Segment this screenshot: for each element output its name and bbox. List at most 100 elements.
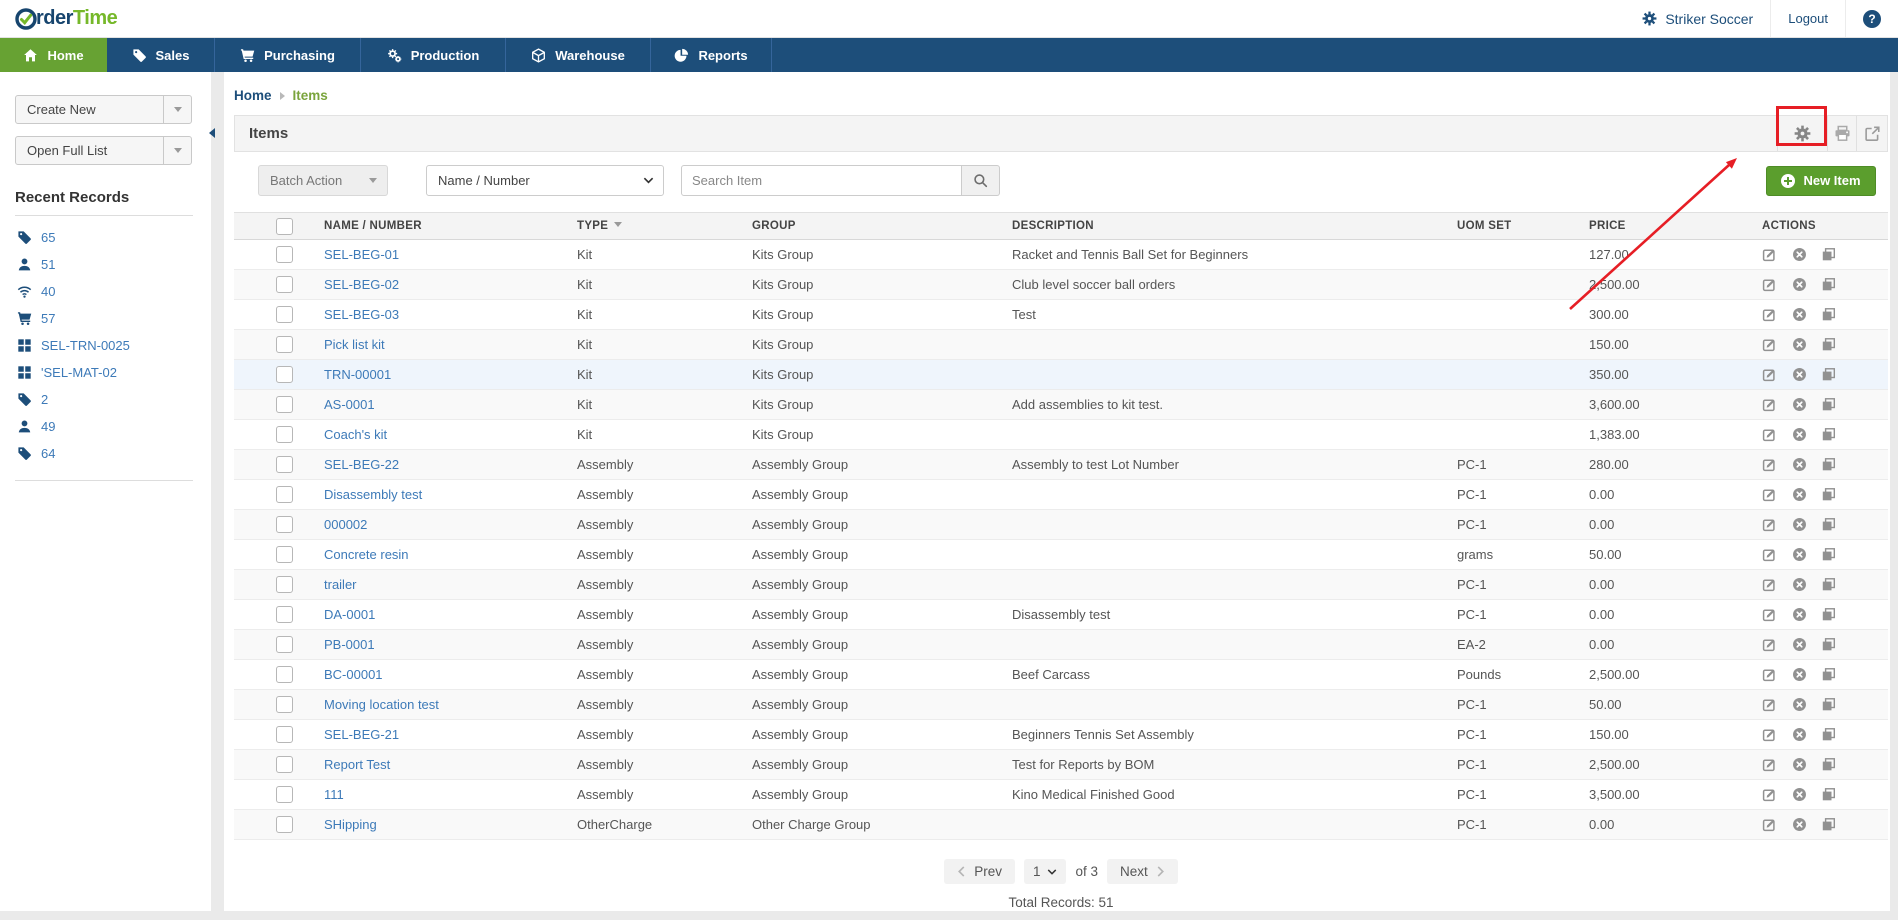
item-name-link[interactable]: SEL-BEG-21 — [324, 727, 399, 742]
col-header-group[interactable]: GROUP — [735, 212, 995, 240]
edit-icon[interactable] — [1762, 667, 1778, 683]
delete-icon[interactable] — [1792, 757, 1808, 773]
nav-tab-warehouse[interactable]: Warehouse — [506, 38, 651, 72]
delete-icon[interactable] — [1792, 727, 1808, 743]
copy-icon[interactable] — [1821, 697, 1837, 713]
nav-tab-production[interactable]: Production — [361, 38, 506, 72]
search-button[interactable] — [962, 165, 1000, 196]
row-checkbox[interactable] — [276, 546, 293, 564]
item-name-link[interactable]: 000002 — [324, 517, 367, 532]
recent-record-item[interactable]: 2 — [0, 386, 211, 413]
export-button[interactable] — [1856, 116, 1887, 151]
item-name-link[interactable]: TRN-00001 — [324, 367, 391, 382]
copy-icon[interactable] — [1821, 427, 1837, 443]
delete-icon[interactable] — [1792, 277, 1808, 293]
print-button[interactable] — [1827, 116, 1856, 151]
item-name-link[interactable]: Disassembly test — [324, 487, 422, 502]
item-name-link[interactable]: SEL-BEG-03 — [324, 307, 399, 322]
item-name-link[interactable]: SHipping — [324, 817, 377, 832]
item-name-link[interactable]: PB-0001 — [324, 637, 375, 652]
sidebar-collapse-icon[interactable] — [209, 128, 215, 138]
recent-record-item[interactable]: 57 — [0, 305, 211, 332]
item-name-link[interactable]: BC-00001 — [324, 667, 383, 682]
row-checkbox[interactable] — [276, 726, 293, 744]
row-checkbox[interactable] — [276, 636, 293, 654]
batch-action-dropdown[interactable]: Batch Action — [258, 165, 388, 196]
create-new-button[interactable]: Create New — [15, 95, 192, 124]
item-name-link[interactable]: AS-0001 — [324, 397, 375, 412]
next-page-button[interactable]: Next — [1107, 859, 1178, 884]
copy-icon[interactable] — [1821, 667, 1837, 683]
edit-icon[interactable] — [1762, 757, 1778, 773]
row-checkbox[interactable] — [276, 306, 293, 324]
edit-icon[interactable] — [1762, 367, 1778, 383]
copy-icon[interactable] — [1821, 727, 1837, 743]
row-checkbox[interactable] — [276, 576, 293, 594]
edit-icon[interactable] — [1762, 637, 1778, 653]
row-checkbox[interactable] — [276, 756, 293, 774]
item-name-link[interactable]: Report Test — [324, 757, 390, 772]
recent-record-item[interactable]: 51 — [0, 251, 211, 278]
edit-icon[interactable] — [1762, 427, 1778, 443]
nav-tab-purchasing[interactable]: Purchasing — [215, 38, 361, 72]
delete-icon[interactable] — [1792, 307, 1808, 323]
delete-icon[interactable] — [1792, 607, 1808, 623]
delete-icon[interactable] — [1792, 367, 1808, 383]
company-menu[interactable]: Striker Soccer — [1625, 0, 1770, 37]
recent-record-item[interactable]: 49 — [0, 413, 211, 440]
recent-record-item[interactable]: 40 — [0, 278, 211, 305]
edit-icon[interactable] — [1762, 457, 1778, 473]
item-name-link[interactable]: SEL-BEG-02 — [324, 277, 399, 292]
copy-icon[interactable] — [1821, 307, 1837, 323]
copy-icon[interactable] — [1821, 787, 1837, 803]
copy-icon[interactable] — [1821, 757, 1837, 773]
prev-page-button[interactable]: Prev — [944, 859, 1015, 884]
item-name-link[interactable]: Moving location test — [324, 697, 439, 712]
copy-icon[interactable] — [1821, 397, 1837, 413]
item-name-link[interactable]: DA-0001 — [324, 607, 375, 622]
row-checkbox[interactable] — [276, 696, 293, 714]
ordertime-logo[interactable]: rder Time — [14, 7, 118, 31]
row-checkbox[interactable] — [276, 396, 293, 414]
edit-icon[interactable] — [1762, 607, 1778, 623]
row-checkbox[interactable] — [276, 336, 293, 354]
nav-tab-reports[interactable]: Reports — [651, 38, 772, 72]
row-checkbox[interactable] — [276, 816, 293, 834]
copy-icon[interactable] — [1821, 517, 1837, 533]
copy-icon[interactable] — [1821, 487, 1837, 503]
row-checkbox[interactable] — [276, 276, 293, 294]
edit-icon[interactable] — [1762, 577, 1778, 593]
copy-icon[interactable] — [1821, 817, 1837, 833]
copy-icon[interactable] — [1821, 247, 1837, 263]
col-header-price[interactable]: PRICE — [1572, 212, 1745, 240]
page-select[interactable]: 1 — [1023, 859, 1067, 884]
col-header-type[interactable]: TYPE — [560, 212, 735, 240]
item-name-link[interactable]: Coach's kit — [324, 427, 387, 442]
delete-icon[interactable] — [1792, 787, 1808, 803]
item-name-link[interactable]: SEL-BEG-22 — [324, 457, 399, 472]
list-settings-button[interactable] — [1777, 116, 1827, 151]
delete-icon[interactable] — [1792, 817, 1808, 833]
search-field-select[interactable]: Name / Number — [426, 165, 664, 196]
delete-icon[interactable] — [1792, 427, 1808, 443]
delete-icon[interactable] — [1792, 337, 1808, 353]
col-header-uom[interactable]: UOM SET — [1440, 212, 1572, 240]
row-checkbox[interactable] — [276, 666, 293, 684]
edit-icon[interactable] — [1762, 277, 1778, 293]
delete-icon[interactable] — [1792, 397, 1808, 413]
nav-tab-sales[interactable]: Sales — [107, 38, 215, 72]
edit-icon[interactable] — [1762, 727, 1778, 743]
item-name-link[interactable]: 111 — [324, 787, 344, 802]
row-checkbox[interactable] — [276, 426, 293, 444]
edit-icon[interactable] — [1762, 817, 1778, 833]
col-header-description[interactable]: DESCRIPTION — [995, 212, 1440, 240]
col-header-name[interactable]: NAME / NUMBER — [307, 212, 560, 240]
select-all-checkbox[interactable] — [276, 217, 293, 235]
copy-icon[interactable] — [1821, 337, 1837, 353]
delete-icon[interactable] — [1792, 487, 1808, 503]
row-checkbox[interactable] — [276, 246, 293, 264]
row-checkbox[interactable] — [276, 516, 293, 534]
row-checkbox[interactable] — [276, 606, 293, 624]
delete-icon[interactable] — [1792, 697, 1808, 713]
delete-icon[interactable] — [1792, 457, 1808, 473]
